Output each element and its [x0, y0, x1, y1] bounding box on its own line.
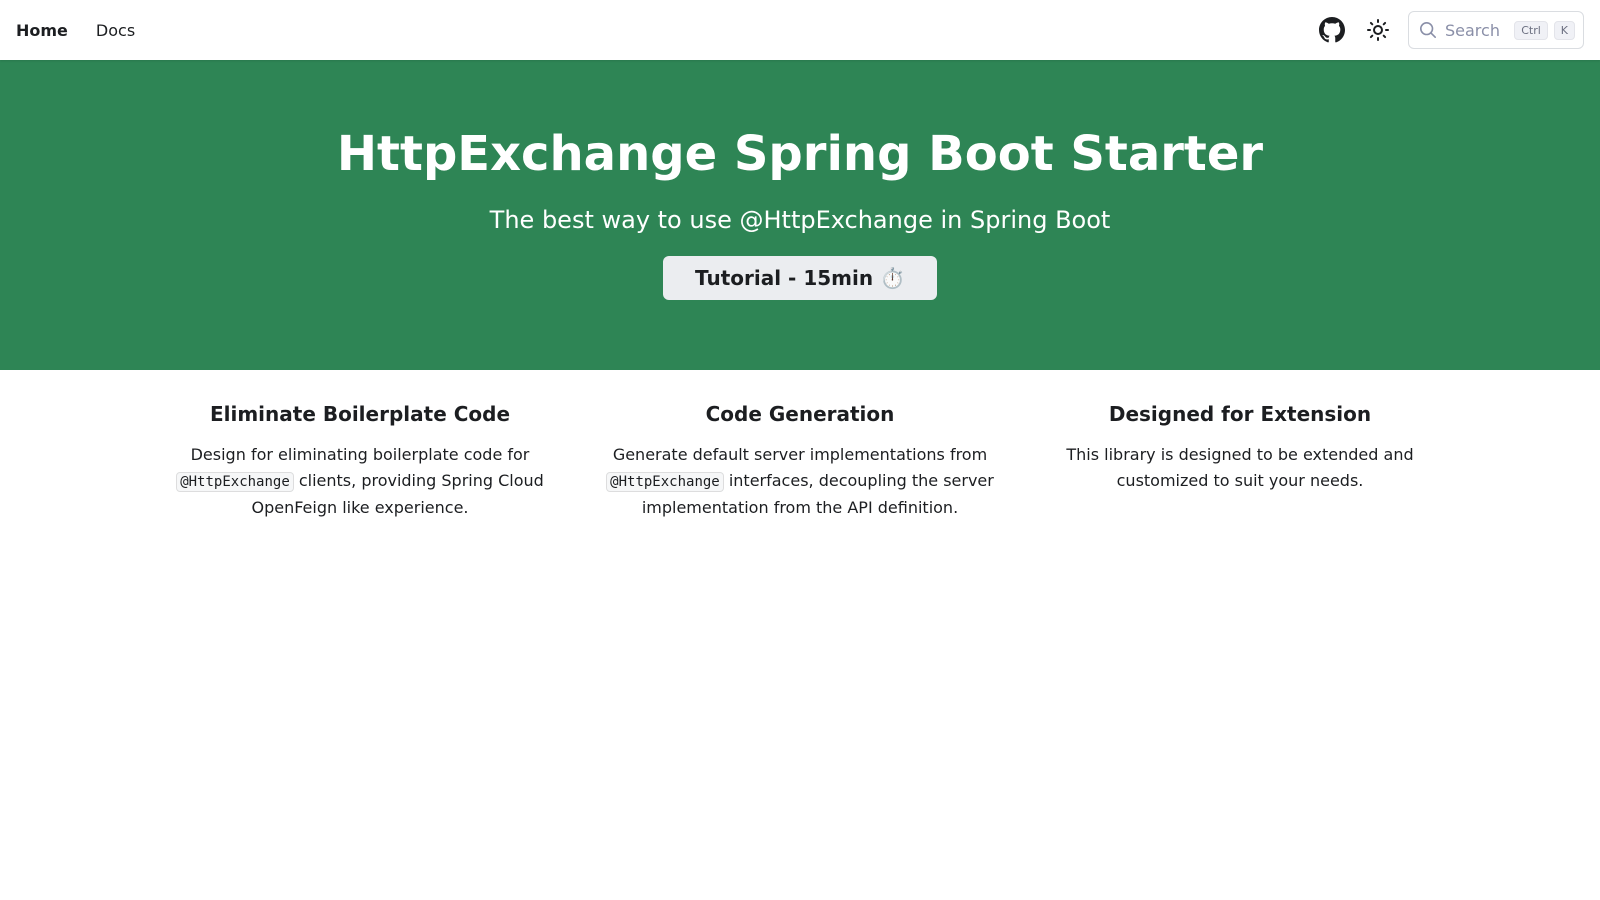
github-icon	[1319, 17, 1345, 43]
search-shortcut: Ctrl K	[1514, 20, 1575, 40]
search-icon	[1419, 21, 1437, 39]
features-section: Eliminate Boilerplate Code Design for el…	[0, 370, 1600, 521]
navbar: Home Docs Search Ctrl K	[0, 0, 1600, 60]
feature-text-part: Design for eliminating boilerplate code …	[190, 445, 530, 464]
feature-description: Generate default server implementations …	[604, 442, 996, 521]
feature-description: This library is designed to be extended …	[1044, 442, 1436, 494]
kbd-ctrl: Ctrl	[1514, 20, 1548, 40]
inline-code: @HttpExchange	[606, 472, 724, 492]
nav-links: Home Docs	[16, 21, 135, 40]
feature-title: Designed for Extension	[1108, 402, 1372, 426]
feature-title: Eliminate Boilerplate Code	[209, 402, 511, 426]
feature-card: Code Generation Generate default server …	[580, 402, 1020, 521]
hero-title: HttpExchange Spring Boot Starter	[336, 126, 1264, 182]
feature-card: Eliminate Boilerplate Code Design for el…	[140, 402, 580, 521]
hero-banner: HttpExchange Spring Boot Starter The bes…	[0, 60, 1600, 370]
theme-toggle-button[interactable]	[1362, 14, 1394, 46]
search-placeholder: Search	[1445, 20, 1500, 40]
tutorial-button[interactable]: Tutorial - 15min ⏱️	[663, 255, 937, 300]
feature-description: Design for eliminating boilerplate code …	[164, 442, 556, 521]
feature-text-part: Generate default server implementations …	[612, 445, 988, 464]
feature-text-part: clients, providing Spring Cloud OpenFeig…	[251, 471, 544, 517]
feature-title: Code Generation	[705, 402, 895, 426]
nav-actions: Search Ctrl K	[1316, 11, 1584, 49]
feature-text-part: This library is designed to be extended …	[1066, 445, 1414, 490]
kbd-k: K	[1553, 20, 1575, 40]
feature-card: Designed for Extension This library is d…	[1020, 402, 1460, 521]
nav-link-docs[interactable]: Docs	[96, 21, 135, 40]
sun-icon	[1367, 19, 1389, 41]
search-button[interactable]: Search Ctrl K	[1408, 11, 1584, 49]
github-link[interactable]	[1316, 14, 1348, 46]
hero-subtitle: The best way to use @HttpExchange in Spr…	[489, 205, 1111, 234]
inline-code: @HttpExchange	[176, 472, 294, 492]
nav-link-home[interactable]: Home	[16, 21, 68, 40]
